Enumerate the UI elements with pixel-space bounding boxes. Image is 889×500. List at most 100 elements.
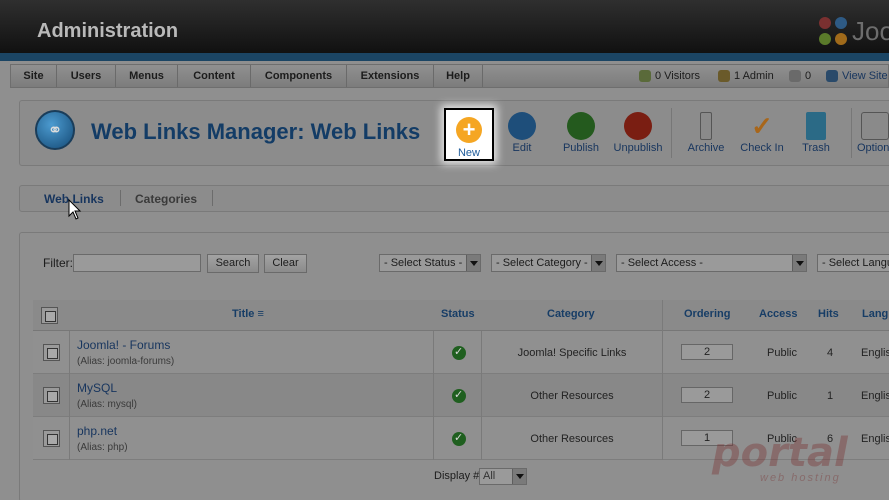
watermark-subtitle: web hosting: [760, 472, 841, 484]
admin-title: Administration: [37, 20, 179, 42]
archive-button[interactable]: Archive: [676, 108, 736, 160]
chevron-down-icon: [512, 469, 526, 484]
select-all-checkbox[interactable]: [41, 307, 58, 324]
published-check-icon[interactable]: [452, 345, 466, 360]
link-access[interactable]: Public: [767, 347, 797, 359]
messages-icon: [789, 70, 801, 83]
language-select[interactable]: - Select Langu: [817, 254, 889, 272]
joomla-logo-icon: [819, 17, 847, 45]
row-checkbox[interactable]: [43, 430, 60, 447]
admin-icon: [718, 70, 730, 83]
link-language: Englis: [861, 347, 889, 359]
ordering-input[interactable]: 2: [681, 387, 733, 403]
mouse-cursor-icon: [68, 199, 82, 220]
link-access[interactable]: Public: [767, 390, 797, 402]
trash-icon: [806, 112, 826, 140]
sort-icon: ≡: [257, 308, 264, 320]
publish-button[interactable]: Publish: [551, 108, 611, 160]
link-title[interactable]: Joomla! - Forums: [77, 338, 170, 352]
link-title[interactable]: MySQL: [77, 381, 117, 395]
visitors-status: 0 Visitors: [639, 65, 700, 87]
menu-menus[interactable]: Menus: [116, 65, 178, 87]
link-language: Englis: [861, 433, 889, 445]
category-select[interactable]: - Select Category -: [491, 254, 606, 272]
link-alias: (Alias: php): [77, 442, 128, 453]
tab-divider: [120, 190, 121, 206]
page-title: Web Links Manager: Web Links: [91, 119, 421, 144]
col-title[interactable]: Title ≡: [232, 308, 264, 320]
col-ordering[interactable]: Ordering: [684, 308, 730, 320]
link-language: Englis: [861, 390, 889, 402]
tab-categories[interactable]: Categories: [135, 192, 197, 206]
link-category: Other Resources: [530, 433, 614, 445]
row-checkbox[interactable]: [43, 344, 60, 361]
link-category: Other Resources: [530, 390, 614, 402]
display-count-label: Display #: [434, 470, 480, 482]
trash-button[interactable]: Trash: [786, 108, 846, 160]
watermark-logo: portal: [712, 430, 848, 476]
col-category[interactable]: Category: [547, 308, 595, 320]
submenu-tabs: Web Links Categories: [19, 185, 889, 212]
published-check-icon[interactable]: [452, 431, 466, 446]
col-language[interactable]: Lang: [862, 308, 888, 320]
row-checkbox[interactable]: [43, 387, 60, 404]
col-status[interactable]: Status: [441, 308, 475, 320]
column-divider: [433, 331, 434, 460]
link-hits: 4: [827, 347, 834, 359]
edit-pencil-icon: [508, 112, 536, 140]
checkin-icon: ✓: [751, 111, 773, 141]
tab-divider-2: [212, 190, 213, 206]
publish-check-icon: [567, 112, 595, 140]
filter-label: Filter:: [43, 256, 73, 270]
joomla-logo-text: Joo: [852, 16, 889, 46]
menu-users[interactable]: Users: [57, 65, 116, 87]
visitors-icon: [639, 70, 651, 83]
weblinks-manager-icon: ⚭: [35, 110, 75, 150]
menu-site[interactable]: Site: [11, 65, 57, 87]
publish-button-label: Publish: [562, 142, 600, 154]
new-button[interactable]: + New: [444, 108, 494, 161]
status-select[interactable]: - Select Status -: [379, 254, 481, 272]
options-icon: [861, 112, 889, 140]
menu-help[interactable]: Help: [434, 65, 483, 87]
unpublish-button-label: Unpublish: [613, 142, 663, 154]
chain-link-icon: ⚭: [47, 120, 63, 140]
chevron-down-icon: [792, 255, 806, 271]
menu-extensions[interactable]: Extensions: [347, 65, 434, 87]
link-alias: (Alias: joomla-forums): [77, 356, 175, 367]
checkin-button-label: Check In: [740, 142, 784, 154]
display-count-select[interactable]: All: [479, 468, 527, 485]
options-button[interactable]: Options: [849, 108, 889, 160]
archive-button-label: Archive: [687, 142, 725, 154]
col-hits[interactable]: Hits: [818, 308, 839, 320]
column-divider: [662, 300, 663, 460]
add-icon: +: [456, 117, 482, 143]
toolbar-divider: [671, 108, 672, 158]
col-access[interactable]: Access: [759, 308, 798, 320]
new-button-label: New: [457, 147, 480, 159]
link-hits: 1: [827, 390, 834, 402]
edit-button-label: Edit: [512, 142, 532, 154]
menu-components[interactable]: Components: [251, 65, 347, 87]
edit-button[interactable]: Edit: [492, 108, 552, 160]
ordering-input[interactable]: 2: [681, 344, 733, 360]
monitor-icon: [826, 70, 838, 83]
filter-input[interactable]: [73, 254, 201, 272]
search-button[interactable]: Search: [207, 254, 259, 273]
link-category: Joomla! Specific Links: [517, 347, 627, 359]
admin-header: Administration Joo: [0, 0, 889, 56]
chevron-down-icon: [591, 255, 605, 271]
header-strip: [0, 53, 889, 61]
checkin-button[interactable]: ✓ Check In: [732, 108, 792, 160]
unpublish-icon: [624, 112, 652, 140]
menu-content[interactable]: Content: [178, 65, 251, 87]
unpublish-button[interactable]: Unpublish: [608, 108, 668, 160]
published-check-icon[interactable]: [452, 388, 466, 403]
trash-button-label: Trash: [802, 142, 830, 154]
messages-status[interactable]: 0: [789, 65, 811, 87]
view-site-link[interactable]: View Site: [826, 65, 888, 87]
access-select[interactable]: - Select Access -: [616, 254, 807, 272]
column-divider: [69, 331, 70, 460]
link-title[interactable]: php.net: [77, 424, 117, 438]
clear-button[interactable]: Clear: [264, 254, 307, 273]
